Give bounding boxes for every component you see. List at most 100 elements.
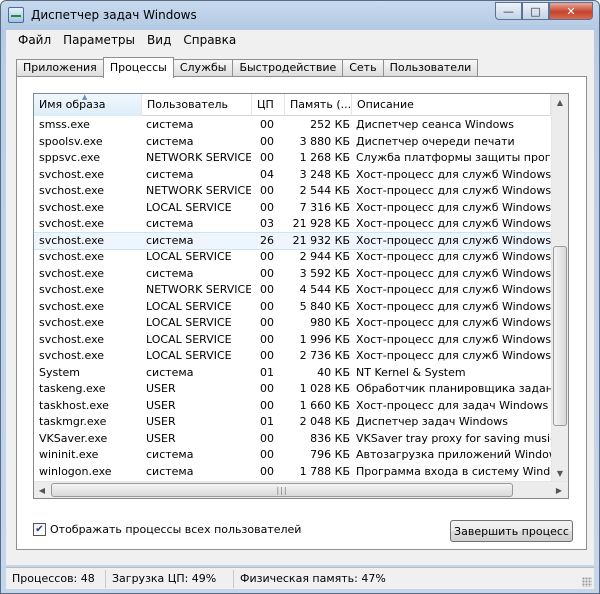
table-row[interactable]: svchost.exe NETWORK SERVICE 00 2 544 КБ Хост… — [34, 183, 551, 200]
process-memory-cell: 2 544 КБ — [299, 184, 350, 197]
process-name-cell: svchost.exe — [39, 200, 105, 214]
process-memory-cell: 5 840 КБ — [299, 299, 350, 313]
process-description-cell: Автозагрузка приложений Windows — [356, 448, 551, 461]
process-memory-cell: 2 944 КБ — [299, 250, 350, 263]
process-user-cell: система — [146, 167, 194, 181]
column-memory[interactable]: Память (... — [285, 94, 352, 116]
process-name-cell: svchost.exe — [39, 233, 105, 247]
process-user-cell: USER — [146, 398, 176, 412]
scroll-right-icon[interactable]: ▶ — [551, 482, 567, 498]
table-row[interactable]: svchost.exe система 00 3 592 КБ Хост-процесс… — [34, 266, 551, 283]
process-memory-cell: 21 932 КБ — [292, 233, 350, 247]
menu-view[interactable]: Вид — [141, 33, 177, 47]
tab-processes[interactable]: Процессы — [102, 57, 174, 78]
show-all-users-label: Отображать процессы всех пользователей — [50, 523, 302, 536]
show-all-users-option[interactable]: ✔ Отображать процессы всех пользователей — [33, 523, 301, 536]
table-row[interactable]: svchost.exe система 03 21 928 КБ Хост-процес… — [34, 216, 551, 233]
process-cpu-cell: 00 — [260, 349, 274, 362]
process-user-cell: система — [146, 134, 194, 148]
menu-options[interactable]: Параметры — [57, 33, 141, 47]
table-row[interactable]: taskeng.exe USER 00 1 028 КБ Обработчик план… — [34, 381, 551, 398]
table-row[interactable]: wininit.exe система 00 796 КБ Автозагрузка п… — [34, 447, 551, 464]
menu-help[interactable]: Справка — [177, 33, 242, 47]
process-memory-cell: 40 КБ — [317, 365, 350, 379]
process-user-cell: USER — [146, 431, 176, 445]
process-user-cell: USER — [146, 382, 176, 395]
table-row[interactable]: svchost.exe система 26 21 932 КБ Хост-процес… — [34, 231, 552, 250]
vertical-scrollbar[interactable]: ▲ ▼ — [551, 94, 568, 482]
table-row[interactable]: svchost.exe LOCAL SERVICE 00 2 944 КБ Хост-п… — [34, 249, 551, 266]
table-row[interactable]: svchost.exe NETWORK SERVICE 00 4 544 КБ Хост… — [34, 282, 551, 299]
table-row[interactable]: svchost.exe LOCAL SERVICE 00 7 316 КБ Хост-п… — [34, 200, 551, 217]
process-user-cell: система — [146, 448, 194, 461]
process-memory-cell: 1 788 КБ — [299, 464, 350, 478]
table-row[interactable]: VKSaver.exe USER 00 836 КБ VKSaver tray prox… — [34, 431, 551, 448]
process-memory-cell: 796 КБ — [310, 448, 350, 461]
process-list[interactable]: ▲ Имя образа Пользователь ЦП Память (...… — [33, 93, 569, 499]
table-row[interactable]: svchost.exe LOCAL SERVICE 00 1 996 КБ Хост-п… — [34, 332, 551, 349]
process-memory-cell: 1 996 КБ — [299, 332, 350, 346]
status-process-count: Процессов: 48 — [6, 569, 106, 588]
process-memory-cell: 1 268 КБ — [299, 151, 350, 164]
scroll-left-icon[interactable]: ◀ — [34, 482, 50, 498]
process-memory-cell: 2 736 КБ — [299, 349, 350, 362]
process-description-cell: Хост-процесс для служб Windows — [356, 349, 551, 362]
table-row[interactable]: winlogon.exe система 00 1 788 КБ Программа в… — [34, 464, 551, 481]
process-name-cell: svchost.exe — [39, 266, 105, 280]
process-description-cell: Диспетчер задач Windows — [356, 415, 508, 428]
table-row[interactable]: spoolsv.exe система 00 3 880 КБ Диспетчер оч… — [34, 134, 551, 151]
scroll-down-icon[interactable]: ▼ — [552, 465, 568, 482]
table-row[interactable]: smss.exe система 00 252 КБ Диспетчер сеанса … — [34, 117, 551, 134]
table-row[interactable]: taskmgr.exe USER 01 2 048 КБ Диспетчер задач… — [34, 414, 551, 431]
resize-grip-icon[interactable] — [582, 577, 592, 587]
process-memory-cell: 4 544 КБ — [299, 283, 350, 296]
maximize-button[interactable]: □ — [522, 2, 549, 20]
tab-applications[interactable]: Приложения — [16, 59, 104, 77]
column-cpu[interactable]: ЦП — [252, 94, 285, 116]
horizontal-scrollbar[interactable]: ◀ ||| ▶ — [34, 481, 568, 498]
process-user-cell: система — [146, 233, 194, 247]
horizontal-scroll-thumb[interactable]: ||| — [51, 483, 513, 497]
sort-ascending-icon: ▲ — [82, 94, 88, 101]
column-user[interactable]: Пользователь — [142, 94, 252, 116]
process-description-cell: Хост-процесс для служб Windows — [356, 299, 551, 313]
process-description-cell: Диспетчер очереди печати — [356, 134, 515, 148]
column-image-name[interactable]: ▲ Имя образа — [34, 94, 142, 116]
table-row[interactable]: svchost.exe LOCAL SERVICE 00 2 736 КБ Хост-п… — [34, 348, 551, 365]
table-row[interactable]: svchost.exe система 04 3 248 КБ Хост-процесс… — [34, 167, 551, 184]
table-row[interactable]: System система 01 40 КБ NT Kernel & System — [34, 365, 551, 382]
process-description-cell: Хост-процесс для служб Windows — [356, 332, 551, 346]
table-row[interactable]: taskhost.exe USER 00 1 660 КБ Хост-процесс д… — [34, 398, 551, 415]
column-memory-label: Память (... — [290, 98, 352, 111]
column-user-label: Пользователь — [147, 98, 229, 111]
title-bar[interactable]: Диспетчер задач Windows — □ ✕ — [1, 1, 599, 29]
process-memory-cell: 252 КБ — [310, 118, 350, 131]
tab-users[interactable]: Пользователи — [382, 59, 479, 77]
column-cpu-label: ЦП — [257, 98, 274, 111]
process-user-cell: система — [146, 118, 194, 131]
tab-services[interactable]: Службы — [172, 59, 234, 77]
process-cpu-cell: 00 — [260, 151, 274, 164]
show-all-users-checkbox[interactable]: ✔ — [33, 523, 46, 536]
table-row[interactable]: sppsvc.exe NETWORK SERVICE 00 1 268 КБ Служб… — [34, 150, 551, 167]
process-name-cell: svchost.exe — [39, 167, 105, 181]
process-description-cell: VKSaver tray proxy for saving music from — [356, 431, 551, 445]
menu-file[interactable]: Файл — [12, 33, 57, 47]
process-memory-cell: 1 028 КБ — [299, 382, 350, 395]
process-name-cell: svchost.exe — [39, 184, 105, 197]
minimize-button[interactable]: — — [495, 2, 522, 20]
tab-performance[interactable]: Быстродействие — [232, 59, 344, 77]
column-description[interactable]: Описание — [352, 94, 551, 116]
table-row[interactable]: svchost.exe LOCAL SERVICE 00 980 КБ Хост-про… — [34, 315, 551, 332]
processes-panel: ▲ Имя образа Пользователь ЦП Память (...… — [16, 76, 587, 550]
process-description-cell: Хост-процесс для служб Windows — [356, 200, 551, 214]
table-row[interactable]: svchost.exe LOCAL SERVICE 00 5 840 КБ Хост-п… — [34, 299, 551, 316]
vertical-scroll-thumb[interactable] — [553, 246, 567, 426]
process-name-cell: svchost.exe — [39, 299, 105, 313]
tab-networking[interactable]: Сеть — [342, 59, 384, 77]
close-button[interactable]: ✕ — [549, 2, 593, 20]
scroll-up-icon[interactable]: ▲ — [552, 94, 568, 111]
end-process-button[interactable]: Завершить процесс — [450, 520, 573, 542]
process-name-cell: svchost.exe — [39, 349, 105, 362]
process-cpu-cell: 00 — [260, 398, 274, 412]
